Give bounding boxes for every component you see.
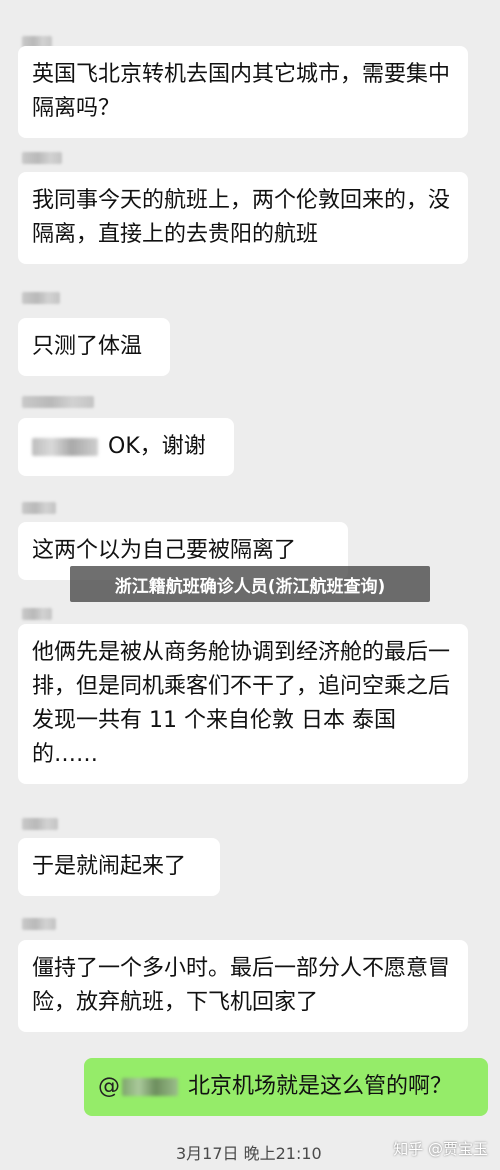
- message-bubble[interactable]: 只测了体温: [18, 318, 170, 376]
- message-bubble[interactable]: 英国飞北京转机去国内其它城市，需要集中隔离吗？: [18, 46, 468, 138]
- message-text: 他俩先是被从商务舱协调到经济舱的最后一排，但是同机乘客们不干了，追问空乘之后发现…: [32, 640, 451, 767]
- message-text: 英国飞北京转机去国内其它城市，需要集中隔离吗？: [32, 62, 451, 121]
- message-text: 这两个以为自己要被隔离了: [32, 538, 297, 563]
- chat-area: 英国飞北京转机去国内其它城市，需要集中隔离吗？ 我同事今天的航班上，两个伦敦回来…: [0, 0, 500, 1170]
- sender-name-blurred: [22, 608, 52, 620]
- message-text: 于是就闹起来了: [32, 854, 187, 879]
- article-title-overlay: 浙江籍航班确诊人员(浙江航班查询): [70, 566, 430, 602]
- message-bubble[interactable]: 于是就闹起来了: [18, 838, 220, 896]
- message-text: 我同事今天的航班上，两个伦敦回来的，没隔离，直接上的去贵阳的航班: [32, 188, 451, 247]
- message-timestamp: 3月17日 晚上21:10: [176, 1144, 322, 1163]
- sender-name-blurred: [22, 818, 58, 830]
- message-bubble[interactable]: OK，谢谢: [18, 418, 234, 476]
- message-bubble[interactable]: 僵持了一个多小时。最后一部分人不愿意冒险，放弃航班，下飞机回家了: [18, 940, 468, 1032]
- sender-name-blurred: [22, 502, 56, 514]
- sender-name-blurred: [22, 396, 94, 408]
- message-bubble[interactable]: 我同事今天的航班上，两个伦敦回来的，没隔离，直接上的去贵阳的航班: [18, 172, 468, 264]
- watermark: 知乎 @贾宝玉: [393, 1140, 488, 1158]
- message-bubble[interactable]: 他俩先是被从商务舱协调到经济舱的最后一排，但是同机乘客们不干了，追问空乘之后发现…: [18, 624, 468, 784]
- mention-blurred: [122, 1078, 178, 1096]
- sender-name-blurred: [22, 918, 56, 930]
- outgoing-message-bubble[interactable]: @ 北京机场就是这么管的啊？: [84, 1058, 488, 1116]
- sender-name-blurred: [22, 152, 62, 164]
- overlay-title: 浙江籍航班确诊人员(浙江航班查询): [114, 576, 386, 597]
- message-text: 北京机场就是这么管的啊？: [188, 1074, 453, 1099]
- mention-at-symbol: @: [98, 1074, 120, 1099]
- message-text: 只测了体温: [32, 334, 143, 359]
- message-text: 僵持了一个多小时。最后一部分人不愿意冒险，放弃航班，下飞机回家了: [32, 956, 451, 1015]
- mention-blurred: [32, 438, 98, 456]
- sender-name-blurred: [22, 292, 60, 304]
- message-text: OK，谢谢: [108, 434, 206, 459]
